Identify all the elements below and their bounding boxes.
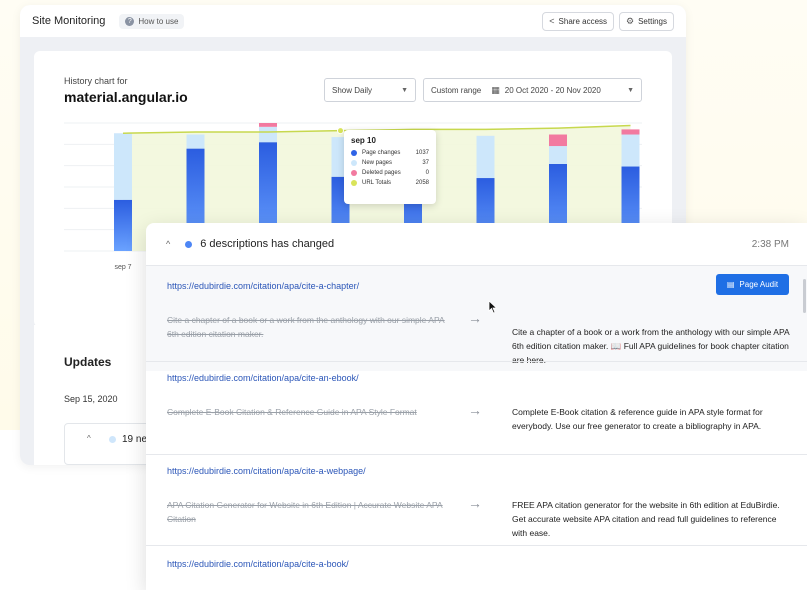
old-description: Cite a chapter of a book or a work from …: [167, 315, 445, 339]
panel-header[interactable]: ^ 6 descriptions has changed 2:38 PM: [146, 223, 807, 265]
page-audit-button[interactable]: ▤ Page Audit: [716, 274, 789, 295]
gear-icon: ⚙: [626, 15, 635, 26]
tooltip-value: 37: [422, 160, 429, 166]
status-dot: [185, 240, 193, 248]
updates-title: Updates: [64, 355, 112, 369]
settings-button[interactable]: ⚙ Settings: [619, 11, 674, 31]
legend-dot-deleted-pages: [351, 170, 357, 176]
chevron-up-icon: ^: [87, 434, 91, 443]
tooltip-label: URL Totals: [362, 180, 392, 186]
change-item: https://edubirdie.com/citation/apa/cite-…: [146, 265, 807, 371]
bar-segment: [259, 123, 277, 127]
bar-segment: [476, 135, 495, 179]
changes-panel: ^ 6 descriptions has changed 2:38 PM htt…: [146, 223, 807, 590]
panel-title: 6 descriptions has changed: [200, 238, 335, 250]
chart-tooltip: sep 10 Page changes 1037 New pages 37 De…: [344, 130, 436, 204]
bar-segment: [621, 129, 640, 135]
old-description: APA Citation Generator for Website in 6t…: [167, 500, 443, 524]
tooltip-title: sep 10: [351, 136, 376, 145]
status-dot: [109, 436, 116, 443]
change-url[interactable]: https://edubirdie.com/citation/apa/cite-…: [167, 466, 366, 476]
new-description: Complete E-Book citation & reference gui…: [512, 407, 763, 431]
top-bar: Site Monitoring ? How to use < Share acc…: [20, 5, 686, 37]
bar-segment: [549, 134, 567, 147]
updates-date: Sep 15, 2020: [64, 394, 118, 404]
tooltip-label: Page changes: [362, 150, 401, 156]
bar-segment: [621, 134, 640, 167]
legend-dot-url-totals: [351, 180, 357, 186]
share-access-label: Share access: [558, 16, 608, 26]
page-audit-label: Page Audit: [739, 280, 779, 289]
tooltip-value: 0: [425, 170, 429, 176]
share-icon: <: [549, 16, 555, 26]
how-to-use-label: How to use: [138, 16, 179, 26]
document-icon: ▤: [726, 280, 735, 289]
change-item: https://edubirdie.com/citation/apa/cite-…: [146, 454, 807, 546]
settings-label: Settings: [638, 16, 667, 26]
panel-time: 2:38 PM: [751, 238, 789, 250]
tooltip-row: New pages 37: [351, 160, 429, 166]
new-description: FREE APA citation generator for the webs…: [512, 500, 780, 538]
arrow-right-icon: →: [468, 402, 482, 418]
share-access-button[interactable]: < Share access: [542, 11, 615, 31]
top-bar-actions: < Share access ⚙ Settings: [542, 11, 674, 31]
bar-segment: [186, 134, 205, 149]
legend-dot-page-changes: [351, 150, 357, 156]
tooltip-label: Deleted pages: [362, 170, 401, 176]
tooltip-row: URL Totals 2058: [351, 180, 429, 186]
change-url[interactable]: https://edubirdie.com/citation/apa/cite-…: [167, 281, 359, 291]
tooltip-value: 2058: [415, 180, 429, 186]
bar-segment: [114, 133, 132, 200]
bar-segment: [259, 126, 277, 143]
x-tick-label: sep 7: [114, 264, 131, 271]
help-icon: ?: [125, 16, 135, 26]
change-url[interactable]: https://edubirdie.com/citation/apa/cite-…: [167, 559, 349, 569]
arrow-right-icon: →: [468, 495, 482, 511]
tooltip-row: Deleted pages 0: [351, 170, 429, 176]
hover-point: [337, 127, 344, 135]
change-item: https://edubirdie.com/citation/apa/cite-…: [146, 361, 807, 456]
app-title: Site Monitoring: [32, 15, 106, 27]
tooltip-label: New pages: [362, 160, 393, 166]
chevron-up-icon[interactable]: ^: [166, 239, 170, 249]
old-description: Complete E-Book Citation & Reference Gui…: [167, 407, 417, 417]
bar-segment: [549, 146, 567, 164]
tooltip-row: Page changes 1037: [351, 150, 429, 156]
legend-dot-new-pages: [351, 160, 357, 166]
scrollbar-thumb[interactable]: [803, 279, 806, 313]
change-item: https://edubirdie.com/citation/apa/cite-…: [146, 545, 807, 590]
mouse-cursor-icon: [488, 300, 498, 314]
arrow-right-icon: →: [468, 310, 482, 326]
how-to-use-button[interactable]: ? How to use: [119, 13, 185, 29]
bar-segment: [114, 199, 132, 251]
change-url[interactable]: https://edubirdie.com/citation/apa/cite-…: [167, 373, 359, 383]
tooltip-value: 1037: [415, 150, 429, 156]
